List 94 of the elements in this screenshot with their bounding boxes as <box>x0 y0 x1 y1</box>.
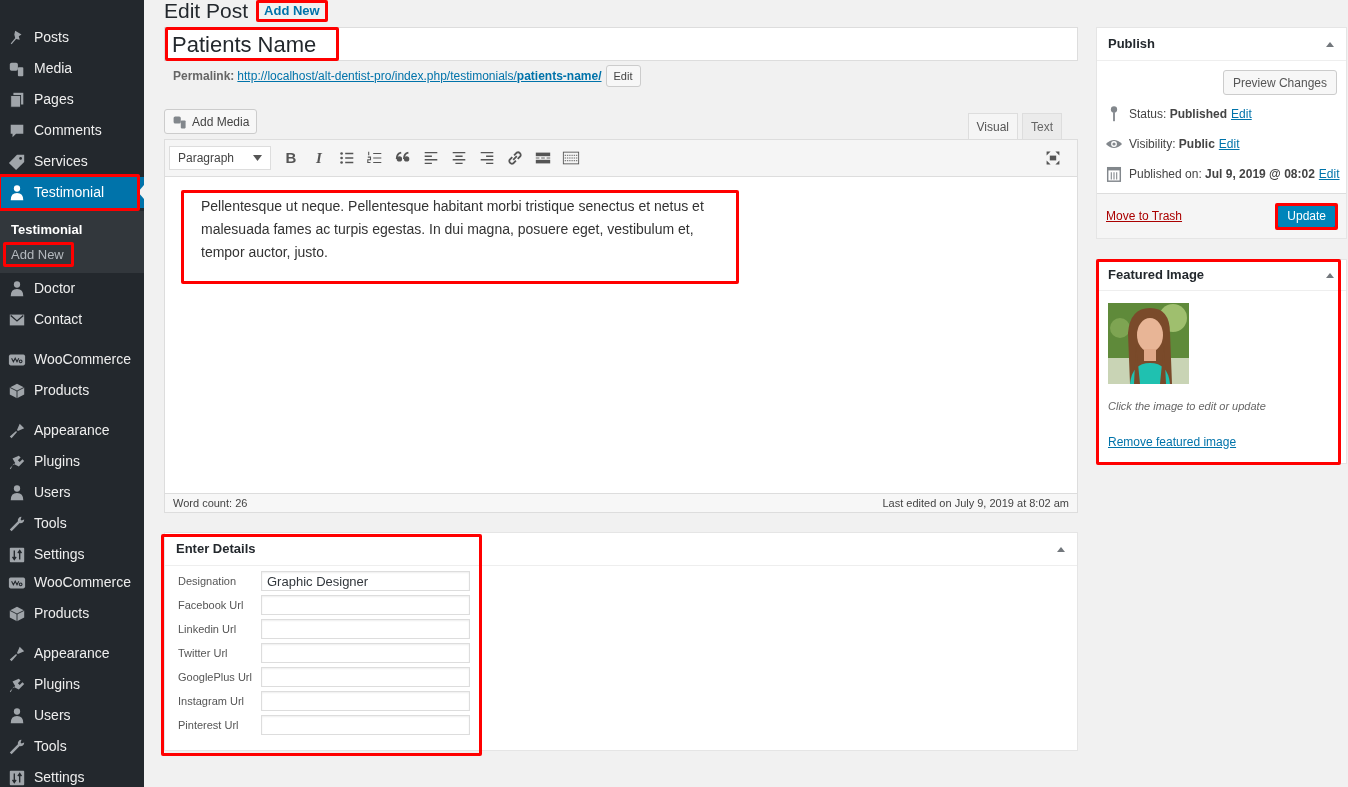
menu-item[interactable]: Users <box>0 477 144 508</box>
person-icon <box>8 483 26 502</box>
collapse-arrow-icon <box>1326 41 1334 47</box>
input-field[interactable] <box>261 691 470 711</box>
align-left-icon <box>422 149 440 167</box>
expand-icon <box>1045 150 1061 166</box>
edit-button[interactable]: Edit <box>605 65 641 87</box>
add-media-button[interactable]: Add Media <box>164 109 258 134</box>
permalink-link[interactable]: http://localhost/alt-dentist-pro/index.php/testimonials/patients-name/ <box>237 67 602 85</box>
sliders-icon <box>8 545 26 564</box>
box-icon <box>8 604 26 623</box>
field-label: GooglePlus Url <box>178 669 253 685</box>
menu-item[interactable]: Posts <box>0 22 144 53</box>
menu-item[interactable]: Pages <box>0 84 144 115</box>
keyboard-icon <box>562 149 580 167</box>
menu-item[interactable]: Appearance <box>0 638 144 669</box>
menu-item[interactable]: WooCommerce <box>0 567 144 598</box>
move-to-trash-link[interactable]: Move to Trash <box>1106 207 1183 225</box>
menu-item[interactable]: Testimonial <box>0 177 144 208</box>
collapse-arrow-icon <box>1057 546 1065 552</box>
panel-title: Enter Details <box>176 540 256 559</box>
edit-link[interactable]: Edit <box>1231 105 1252 123</box>
format-dropdown[interactable]: Paragraph <box>169 146 271 170</box>
title-field[interactable]: Patients Name <box>164 27 1078 61</box>
menu-item[interactable]: Contact <box>0 304 144 335</box>
menu-item[interactable]: Appearance <box>0 415 144 446</box>
collapse-arrow-icon <box>1326 272 1334 278</box>
bold-button[interactable]: B <box>279 146 303 170</box>
field-label: Designation <box>178 573 238 589</box>
wrench-icon <box>8 514 26 533</box>
person-icon <box>8 279 26 298</box>
page-title: Edit Post <box>164 0 249 22</box>
edit-link[interactable]: Edit <box>1318 165 1340 183</box>
remove-featured-image-link[interactable]: Remove featured image <box>1108 434 1237 449</box>
brush-icon <box>8 644 26 663</box>
publish-info-text: Published on: Jul 9, 2019 @ 08:02 <box>1129 166 1315 183</box>
menu-item[interactable]: Doctor <box>0 273 144 304</box>
input-field[interactable]: Graphic Designer <box>261 571 470 591</box>
tag-icon <box>8 152 26 171</box>
menu-item[interactable]: WooCommerce <box>0 344 144 375</box>
content-paragraph: Pellentesque ut neque. Pellentesque habitant morbi tristique senectus et netus et malesuada fames ac turpis egestas. In dui magna, posuere eget, vestibulum et, tempor auctor, justo. <box>201 197 705 262</box>
menu-item[interactable]: Plugins <box>0 669 144 700</box>
menu-item[interactable]: Users <box>0 700 144 731</box>
menu-item[interactable]: Tools <box>0 508 144 539</box>
menu-item[interactable]: Tools <box>0 731 144 762</box>
menu-item[interactable]: Services <box>0 146 144 177</box>
person-icon <box>8 183 26 202</box>
align-right-icon <box>478 149 496 167</box>
input-field[interactable] <box>261 619 470 639</box>
panel-title: Featured Image <box>1108 266 1205 285</box>
field-label: Pinterest Url <box>178 717 240 733</box>
pointer-notch-icon <box>138 185 144 199</box>
input-field[interactable] <box>261 667 470 687</box>
publish-info-text: Status: Published <box>1129 106 1228 123</box>
edit-link[interactable]: Edit <box>1218 135 1240 153</box>
menu-item[interactable]: Products <box>0 375 144 406</box>
calendar-icon <box>1105 165 1123 183</box>
media-icon <box>172 113 188 130</box>
menu-item[interactable]: Settings <box>0 762 144 787</box>
last-edited-text: Last edited on July 9, 2019 at 8:02 am <box>882 495 1069 511</box>
word-count: Word count: 26 <box>173 495 248 511</box>
field-label: Instagram Url <box>178 693 246 709</box>
menu-item[interactable]: Products <box>0 598 144 629</box>
field-label: Linkedin Url <box>178 621 238 637</box>
link-icon <box>506 149 524 167</box>
align-center-icon <box>450 149 468 167</box>
bulleted-list-icon <box>338 149 356 167</box>
permalink-label: Permalink: <box>173 68 235 85</box>
input-field[interactable] <box>261 643 470 663</box>
italic-button[interactable]: I <box>307 146 331 170</box>
preview-changes-button[interactable]: Preview Changes <box>1222 70 1337 95</box>
editor-tab[interactable]: Text <box>1022 113 1062 139</box>
publish-info-text: Visibility: Public <box>1129 136 1215 153</box>
image-caption: Click the image to edit or update <box>1107 399 1267 414</box>
menu-item[interactable]: Media <box>0 53 144 84</box>
pages-icon <box>8 90 26 109</box>
menu-item[interactable]: Settings <box>0 539 144 570</box>
box-icon <box>8 381 26 400</box>
panel-title: Publish <box>1108 35 1155 54</box>
wrench-icon <box>8 737 26 756</box>
submenu-item[interactable]: Add New <box>3 242 72 267</box>
add-new-button[interactable]: Add New <box>258 2 326 20</box>
field-label: Facebook Url <box>178 597 245 613</box>
field-label: Twitter Url <box>178 645 229 661</box>
editor-tab[interactable]: Visual <box>967 113 1018 139</box>
input-field[interactable] <box>261 595 470 615</box>
menu-item[interactable]: Plugins <box>0 446 144 477</box>
menu-item[interactable]: Comments <box>0 115 144 146</box>
person-icon <box>8 706 26 725</box>
input-field[interactable] <box>261 715 470 735</box>
brush-icon <box>8 421 26 440</box>
caret-icon <box>253 155 262 161</box>
update-button[interactable]: Update <box>1277 204 1336 228</box>
submenu-item[interactable]: Testimonial <box>3 217 91 242</box>
